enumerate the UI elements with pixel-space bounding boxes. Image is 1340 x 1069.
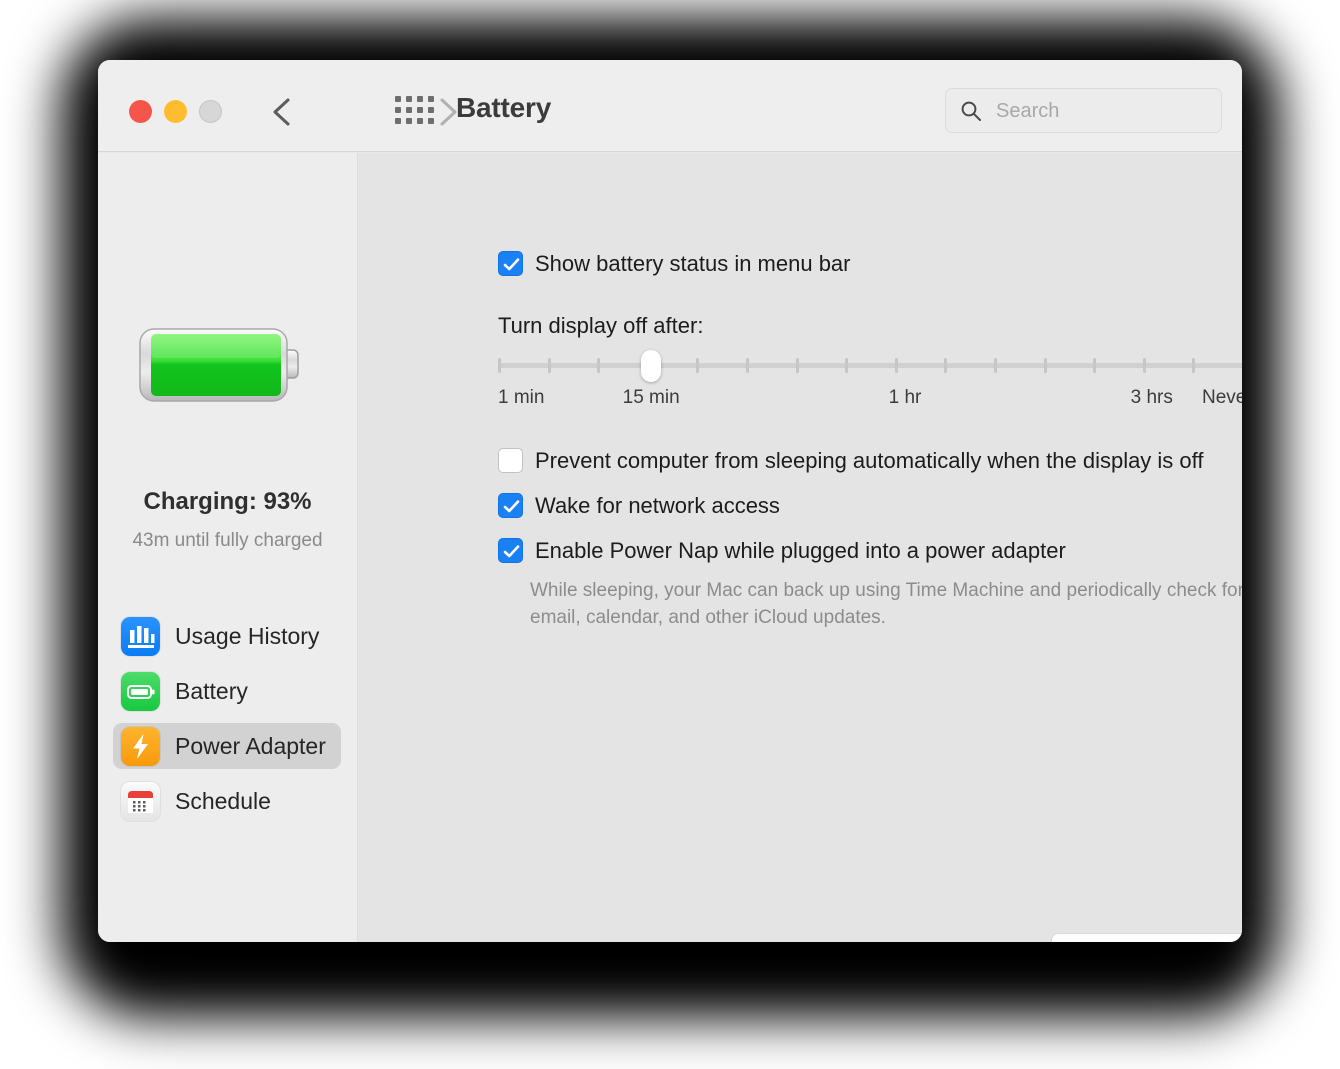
slider-tick xyxy=(498,358,501,373)
sidebar-item-label: Usage History xyxy=(175,622,320,649)
slider-tick xyxy=(746,358,749,373)
wake-for-network-row[interactable]: Wake for network access xyxy=(498,493,780,518)
bar-chart-icon xyxy=(121,616,160,656)
show-battery-status-label: Show battery status in menu bar xyxy=(535,251,851,276)
sidebar-item-label: Power Adapter xyxy=(175,732,326,759)
power-bolt-icon xyxy=(121,726,160,766)
slider-track[interactable] xyxy=(498,363,1242,368)
search-field[interactable] xyxy=(945,88,1222,134)
sidebar-item-label: Schedule xyxy=(175,787,271,814)
slider-tick-label: 3 hrs xyxy=(1130,387,1173,408)
slider-tick xyxy=(597,358,601,373)
sidebar: Charging: 93% 43m until fully charged Us… xyxy=(98,153,358,942)
restore-defaults-button[interactable]: Restore Defaults xyxy=(1051,933,1242,942)
slider-tick xyxy=(845,358,849,373)
sidebar-item-usage-history[interactable]: Usage History xyxy=(113,613,341,659)
prevent-sleep-row[interactable]: Prevent computer from sleeping automatic… xyxy=(498,448,1204,473)
turn-display-off-slider[interactable]: 1 min 15 min 1 hr 3 hrs Never xyxy=(498,350,1242,412)
show-battery-status-checkbox[interactable] xyxy=(498,251,523,276)
search-icon xyxy=(960,100,982,122)
calendar-icon xyxy=(121,781,160,821)
slider-tick xyxy=(894,358,898,373)
prevent-sleep-checkbox[interactable] xyxy=(498,448,523,473)
slider-tick xyxy=(1142,358,1146,373)
show-battery-status-row[interactable]: Show battery status in menu bar xyxy=(498,251,851,276)
sidebar-item-list: Usage History Battery Power Adapter Sche… xyxy=(98,613,357,833)
battery-full-green-icon xyxy=(134,323,314,407)
prevent-sleep-label: Prevent computer from sleeping automatic… xyxy=(535,448,1204,473)
slider-knob[interactable] xyxy=(641,350,662,382)
search-input[interactable] xyxy=(994,89,1213,134)
slider-tick xyxy=(696,358,700,373)
slider-tick xyxy=(1093,358,1097,373)
battery-icon xyxy=(121,671,160,711)
system-preferences-window: Battery Search Charging: 93% 43m until f… xyxy=(98,60,1242,942)
sidebar-item-schedule[interactable]: Schedule xyxy=(113,778,341,824)
close-button[interactable] xyxy=(129,100,152,123)
slider-tick xyxy=(994,358,997,373)
slider-tick xyxy=(944,358,948,373)
slider-tick xyxy=(547,358,551,373)
show-all-grid-icon[interactable] xyxy=(395,96,434,126)
sidebar-item-label: Battery xyxy=(175,677,248,704)
slider-tick xyxy=(1192,358,1196,373)
sidebar-item-battery[interactable]: Battery xyxy=(113,668,341,714)
content-pane: Show battery status in menu bar Turn dis… xyxy=(358,153,1242,942)
power-nap-label: Enable Power Nap while plugged into a po… xyxy=(535,538,1066,563)
power-nap-description: While sleeping, your Mac can back up usi… xyxy=(530,580,1242,628)
slider-tick-label: 1 min xyxy=(498,387,545,408)
slider-tick-label: Never xyxy=(1202,387,1242,408)
zoom-button[interactable] xyxy=(199,100,222,123)
slider-tick-label: 15 min xyxy=(622,387,680,408)
power-nap-checkbox[interactable] xyxy=(498,538,523,563)
sidebar-item-power-adapter[interactable]: Power Adapter xyxy=(113,723,341,769)
page-title: Battery xyxy=(456,92,552,123)
minimize-button[interactable] xyxy=(164,100,187,123)
back-arrow-icon[interactable] xyxy=(264,92,302,132)
slider-tick-label: 1 hr xyxy=(888,387,922,408)
turn-display-off-label: Turn display off after: xyxy=(498,313,704,338)
wake-for-network-label: Wake for network access xyxy=(535,493,780,518)
window-titlebar: Battery xyxy=(98,60,1242,152)
slider-tick xyxy=(1043,358,1047,373)
power-nap-row[interactable]: Enable Power Nap while plugged into a po… xyxy=(498,538,1066,563)
wake-for-network-checkbox[interactable] xyxy=(498,493,523,518)
charge-status-text: Charging: 93% xyxy=(143,488,312,515)
charge-detail-text: 43m until fully charged xyxy=(132,530,323,551)
slider-tick xyxy=(795,358,799,373)
